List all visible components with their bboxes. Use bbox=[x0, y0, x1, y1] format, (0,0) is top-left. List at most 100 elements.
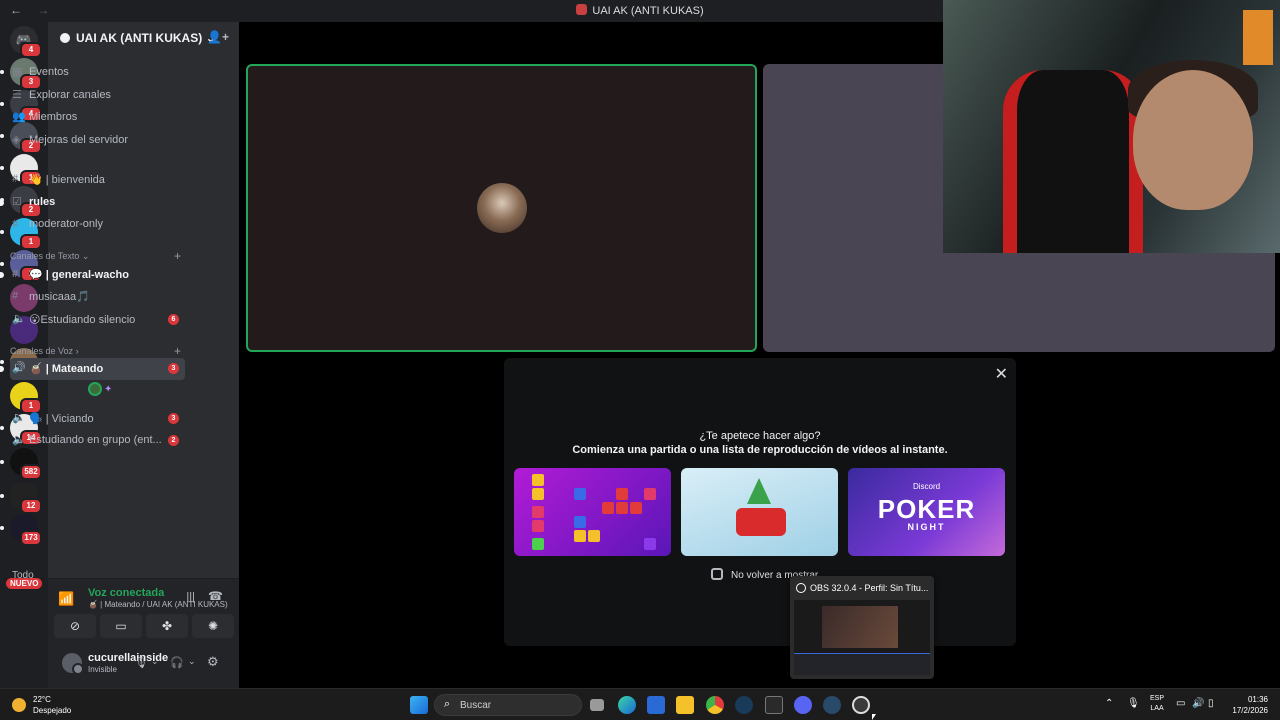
webcam-overlay bbox=[943, 0, 1280, 253]
activity-card-poker-night[interactable]: Discord POKER NIGHT bbox=[848, 468, 1005, 556]
category-voice-channels[interactable]: Canales de Voz › + bbox=[10, 344, 185, 358]
unread-badge: 173 bbox=[20, 530, 42, 546]
unread-pip bbox=[0, 134, 4, 138]
windows-start-icon[interactable] bbox=[410, 696, 428, 714]
network-icon[interactable]: ▭ bbox=[1176, 698, 1185, 709]
obs-window-preview[interactable]: OBS 32.0.4 - Perfil: Sin Títu... bbox=[790, 576, 934, 679]
avatar[interactable] bbox=[62, 653, 84, 675]
file-explorer-icon[interactable] bbox=[676, 696, 694, 714]
chrome-icon[interactable] bbox=[706, 696, 724, 714]
show-hidden-icons[interactable]: ⌃ bbox=[1105, 698, 1113, 709]
participant-avatar bbox=[477, 183, 527, 233]
guild-header[interactable]: UAI AK (ANTI KUKAS) ⌄ 👤+ bbox=[48, 22, 239, 54]
unread-badge: 4 bbox=[20, 42, 42, 58]
activity-card-blocks[interactable] bbox=[514, 468, 671, 556]
channel-bienvenida[interactable]: # 👋 | bienvenida bbox=[10, 169, 185, 191]
voice-status[interactable]: Voz conectada bbox=[88, 587, 164, 599]
epic-games-icon[interactable] bbox=[765, 696, 783, 714]
poker-subtitle: NIGHT bbox=[907, 522, 946, 532]
hash-icon: # bbox=[12, 218, 19, 230]
steam-icon[interactable] bbox=[735, 696, 753, 714]
participant-tile-speaking[interactable] bbox=[246, 64, 757, 352]
task-view-icon[interactable] bbox=[590, 699, 604, 711]
chevron-down-icon[interactable]: ⌄ bbox=[188, 656, 196, 667]
activities-button[interactable]: ✤ bbox=[146, 614, 188, 638]
tree-icon bbox=[747, 478, 771, 504]
category-text-channels[interactable]: Canales de Texto ⌄ + bbox=[10, 249, 185, 263]
voice-participant-avatar[interactable] bbox=[88, 382, 102, 396]
settings-gear-icon[interactable]: ⚙ bbox=[207, 654, 219, 670]
channel-rules[interactable]: ☑ rules bbox=[0, 192, 185, 214]
create-channel-icon[interactable]: + bbox=[174, 344, 181, 358]
discord-taskbar-icon[interactable] bbox=[794, 696, 812, 714]
channel-label: rules bbox=[29, 196, 56, 208]
category-label: Canales de Voz bbox=[10, 346, 74, 356]
channel-label: 😮Estudiando silencio bbox=[29, 314, 136, 326]
channel-moderator-only[interactable]: # moderator-only bbox=[10, 214, 185, 236]
unread-pip bbox=[0, 360, 4, 364]
battery-icon[interactable]: ▯ bbox=[1208, 698, 1214, 709]
disconnect-icon[interactable]: ☎ bbox=[208, 589, 223, 603]
screen-share-button[interactable]: ▭ bbox=[100, 614, 142, 638]
category-label: Canales de Texto bbox=[10, 251, 80, 261]
camera-off-button[interactable]: ⊘ bbox=[54, 614, 96, 638]
server-icon-11[interactable]: 1 bbox=[10, 382, 42, 414]
noise-suppression-icon[interactable]: ||| bbox=[186, 591, 195, 603]
channel-general-wacho[interactable]: # 💬 | general-wacho bbox=[0, 264, 185, 286]
nav-server-boosts[interactable]: ◈ Mejoras del servidor bbox=[10, 130, 185, 152]
block-tile bbox=[532, 520, 544, 532]
close-icon[interactable]: ✕ bbox=[995, 364, 1008, 384]
channel-label: 🧉 | Mateando bbox=[29, 363, 104, 375]
system-clock[interactable]: 01:36 17/2/2026 bbox=[1230, 694, 1268, 716]
guild-icon bbox=[60, 33, 70, 43]
invite-people-icon[interactable]: 👤+ bbox=[207, 30, 229, 44]
nav-events[interactable]: ▦ Eventos bbox=[10, 62, 185, 84]
microphone-icon[interactable]: 🎙 bbox=[1127, 698, 1140, 709]
unread-pip bbox=[0, 460, 4, 464]
user-count-badge: 3 bbox=[168, 363, 179, 374]
microphone-icon[interactable]: 🎙 bbox=[134, 656, 148, 669]
nav-label: Mejoras del servidor bbox=[29, 134, 129, 146]
server-icon-13[interactable]: 582 bbox=[0, 448, 42, 480]
nav-members[interactable]: 👥 Miembros bbox=[10, 107, 185, 129]
new-badge[interactable]: NUEVO bbox=[6, 578, 43, 589]
nav-browse-channels[interactable]: ☰ Explorar canales bbox=[10, 85, 185, 107]
obs-preview-camera bbox=[822, 606, 898, 648]
obs-taskbar-icon[interactable] bbox=[852, 696, 870, 714]
voice-location[interactable]: 🧉 | Mateando / UAI AK (ANTI KUKAS) bbox=[88, 600, 228, 609]
unread-badge: 12 bbox=[20, 498, 42, 514]
windows-taskbar: 22°C Despejado ⌕ Buscar ⌃ 🎙 ESP LAA ▭ 🔊 ▯… bbox=[0, 688, 1280, 720]
create-channel-icon[interactable]: + bbox=[174, 249, 181, 263]
voice-channel-estudiando-silencio[interactable]: 🔈 😮Estudiando silencio 6 bbox=[10, 309, 185, 331]
rules-icon: ☑ bbox=[12, 196, 22, 208]
voice-channel-viciando[interactable]: 🔈 🗣️ | Viciando 3 bbox=[10, 408, 185, 430]
weather-temp: 22°C bbox=[33, 695, 51, 704]
edge-browser-icon[interactable] bbox=[618, 696, 636, 714]
channel-musicaaa[interactable]: # musicaaa🎵 bbox=[10, 286, 185, 308]
steam-alt-icon[interactable] bbox=[823, 696, 841, 714]
volume-icon[interactable]: 🔊 bbox=[1192, 698, 1204, 709]
user-status: Invisible bbox=[88, 665, 117, 674]
block-tile bbox=[574, 488, 586, 500]
server-icon-15[interactable]: 173 bbox=[0, 514, 42, 546]
soundboard-button[interactable]: ✺ bbox=[192, 614, 234, 638]
store-icon[interactable] bbox=[647, 696, 665, 714]
server-icon-14[interactable]: 12 bbox=[0, 482, 42, 514]
moon-icon bbox=[12, 698, 26, 712]
signal-icon[interactable]: 📶 bbox=[58, 591, 74, 607]
channel-label: Estudiando en grupo (ent... bbox=[29, 434, 162, 446]
window-title-text: UAI AK (ANTI KUKAS) bbox=[592, 5, 704, 17]
voice-channel-estudiando-grupo[interactable]: 🔈 Estudiando en grupo (ent... 2 bbox=[10, 430, 185, 452]
voice-channel-mateando[interactable]: 🔊 🧉 | Mateando 3 bbox=[0, 358, 185, 380]
headphones-icon[interactable]: 🎧 bbox=[170, 656, 184, 669]
taskbar-search[interactable]: ⌕ Buscar bbox=[434, 694, 582, 716]
input-language[interactable]: ESP LAA bbox=[1150, 694, 1164, 714]
checkbox-box[interactable] bbox=[711, 568, 723, 580]
chevron-right-icon: › bbox=[75, 346, 79, 356]
chevron-down-icon[interactable]: ⌄ bbox=[151, 656, 159, 667]
direct-messages-button[interactable]: 🎮 4 bbox=[10, 26, 42, 58]
modal-question: ¿Te apetece hacer algo? bbox=[699, 430, 821, 442]
obs-preview-title: OBS 32.0.4 - Perfil: Sin Títu... bbox=[796, 583, 928, 593]
nav-label: Miembros bbox=[29, 111, 78, 123]
activity-card-snow-driving[interactable] bbox=[681, 468, 838, 556]
